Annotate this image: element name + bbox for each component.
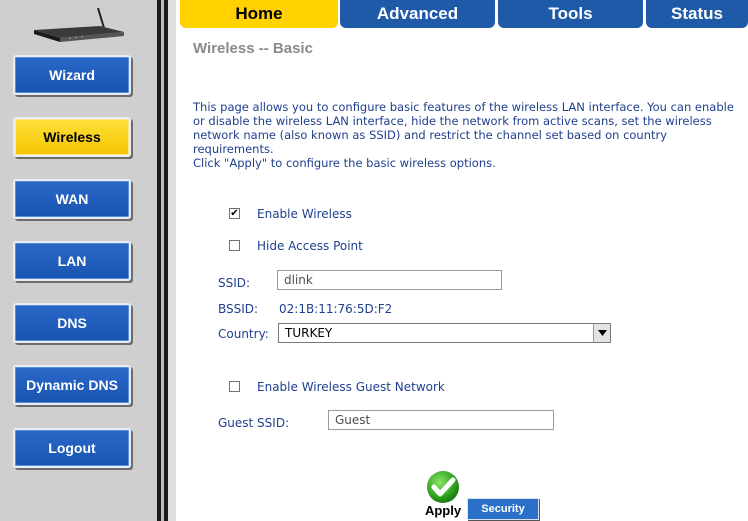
top-tabs: Home Advanced Tools Status	[180, 0, 748, 28]
sidebar-divider-shadow	[168, 0, 176, 521]
sidebar-item-wizard[interactable]: Wizard	[13, 55, 131, 95]
apply-button[interactable]: Apply	[423, 470, 473, 520]
tab-tools[interactable]: Tools	[498, 0, 643, 28]
sidebar-item-lan[interactable]: LAN	[13, 241, 131, 281]
router-icon	[34, 7, 124, 42]
hide-access-point-checkbox[interactable]	[229, 240, 240, 251]
bssid-value: 02:1B:11:76:5D:F2	[279, 302, 393, 316]
security-button[interactable]: Security	[467, 498, 539, 520]
sidebar-item-wireless[interactable]: Wireless	[13, 117, 131, 157]
ssid-label: SSID:	[218, 276, 251, 290]
checkmark-icon	[427, 471, 459, 503]
page-title: Wireless -- Basic	[193, 40, 313, 57]
sidebar: Wizard Wireless WAN LAN DNS Dynamic DNS …	[0, 0, 157, 521]
page-description: This page allows you to configure basic …	[193, 100, 734, 170]
apply-label: Apply	[424, 503, 462, 518]
tab-home[interactable]: Home	[180, 0, 338, 28]
guest-ssid-label: Guest SSID:	[218, 416, 290, 430]
hide-access-point-label: Hide Access Point	[257, 239, 363, 253]
enable-wireless-label: Enable Wireless	[257, 207, 352, 221]
sidebar-item-dynamic-dns[interactable]: Dynamic DNS	[13, 365, 131, 405]
sidebar-item-logout[interactable]: Logout	[13, 428, 131, 468]
ssid-input[interactable]: dlink	[277, 270, 502, 290]
bssid-label: BSSID:	[218, 302, 259, 316]
enable-guest-network-label: Enable Wireless Guest Network	[257, 380, 445, 394]
sidebar-item-dns[interactable]: DNS	[13, 303, 131, 343]
country-select-value: TURKEY	[285, 326, 333, 340]
tab-advanced[interactable]: Advanced	[340, 0, 495, 28]
sidebar-item-wan[interactable]: WAN	[13, 179, 131, 219]
country-label: Country:	[218, 327, 269, 341]
chevron-down-icon[interactable]	[593, 324, 610, 342]
tab-status[interactable]: Status	[646, 0, 748, 28]
country-select[interactable]: TURKEY	[278, 323, 611, 343]
guest-ssid-input[interactable]: Guest	[328, 410, 554, 430]
enable-guest-network-checkbox[interactable]	[229, 381, 240, 392]
enable-wireless-checkbox[interactable]: ✔	[229, 208, 240, 219]
